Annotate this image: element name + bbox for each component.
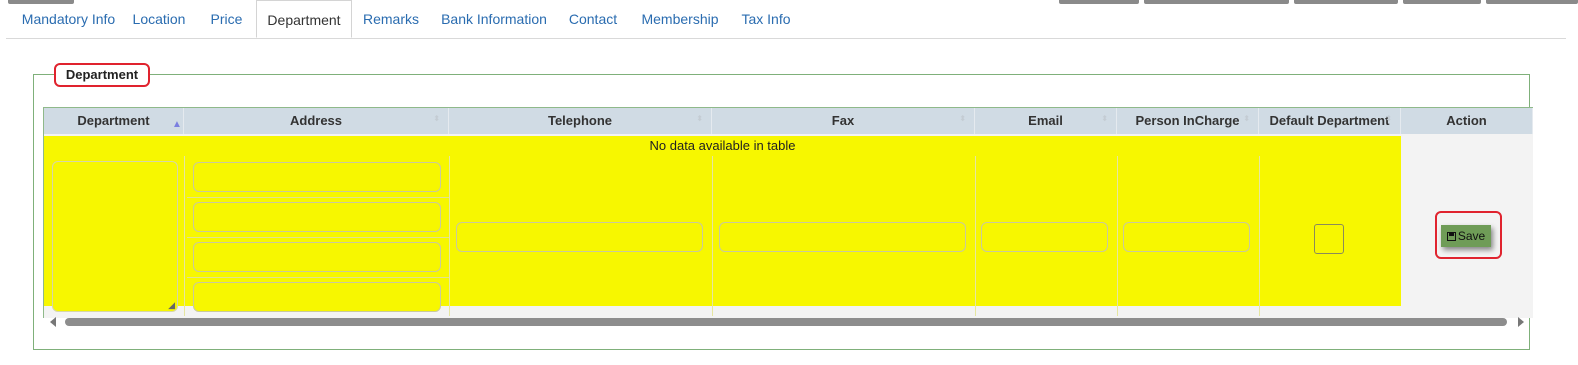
sort-both-icon: ⬍ xyxy=(959,114,966,123)
tab-location[interactable]: Location xyxy=(128,0,190,38)
address-line-2-input[interactable] xyxy=(193,202,441,232)
sort-ascending-icon: ▲ xyxy=(172,119,182,130)
default-department-checkbox[interactable] xyxy=(1314,224,1344,254)
column-header-label: Person InCharge xyxy=(1135,113,1240,128)
sort-both-icon: ⬍ xyxy=(1243,114,1250,123)
column-header-label: Address xyxy=(289,113,343,128)
tab-bank-information[interactable]: Bank Information xyxy=(438,0,550,38)
column-divider xyxy=(184,156,185,316)
column-header-label: Department xyxy=(77,113,150,128)
column-header-address[interactable]: Address ⬍ xyxy=(184,108,449,134)
tab-mandatory-info[interactable]: Mandatory Info xyxy=(16,0,121,38)
column-divider xyxy=(975,156,976,316)
address-divider xyxy=(187,237,449,238)
tab-remarks[interactable]: Remarks xyxy=(361,0,421,38)
scrollbar-thumb[interactable] xyxy=(65,318,1507,326)
column-header-label: Telephone xyxy=(547,113,613,128)
column-header-action: Action xyxy=(1401,108,1533,134)
tab-contact[interactable]: Contact xyxy=(564,0,622,38)
resize-handle-icon[interactable]: ◢ xyxy=(168,301,175,310)
column-divider xyxy=(1117,156,1118,316)
scroll-left-arrow-icon[interactable] xyxy=(50,317,56,327)
sort-both-icon: ⬍ xyxy=(696,114,703,123)
address-divider xyxy=(187,197,449,198)
save-button[interactable]: Save xyxy=(1441,225,1491,247)
section-legend: Department xyxy=(54,63,150,87)
department-textarea[interactable]: ◢ xyxy=(52,161,178,312)
column-header-person-incharge[interactable]: Person InCharge ⬍ xyxy=(1117,108,1259,134)
sort-both-icon: ⬍ xyxy=(433,114,440,123)
column-header-label: Default Department xyxy=(1269,113,1390,128)
floppy-disk-icon xyxy=(1446,232,1456,241)
column-header-label: Action xyxy=(1446,113,1487,128)
address-divider xyxy=(187,277,449,278)
column-divider xyxy=(712,156,713,316)
column-header-telephone[interactable]: Telephone ⬍ xyxy=(449,108,712,134)
telephone-input[interactable] xyxy=(456,222,703,252)
email-input[interactable] xyxy=(981,222,1108,252)
tab-bar: Mandatory Info Location Price Department… xyxy=(6,0,1566,39)
department-table: Department ▲ Address ⬍ Telephone ⬍ Fax ⬍… xyxy=(43,107,1533,318)
person-incharge-input[interactable] xyxy=(1123,222,1250,252)
address-line-3-input[interactable] xyxy=(193,242,441,272)
sort-both-icon: ⬍ xyxy=(1385,114,1392,123)
tab-price[interactable]: Price xyxy=(204,0,249,38)
address-line-1-input[interactable] xyxy=(193,162,441,192)
fax-input[interactable] xyxy=(719,222,966,252)
column-header-email[interactable]: Email ⬍ xyxy=(975,108,1117,134)
column-header-default-department[interactable]: Default Department ⬍ xyxy=(1259,108,1401,134)
tab-department[interactable]: Department xyxy=(256,0,352,38)
scroll-right-arrow-icon[interactable] xyxy=(1518,317,1524,327)
tab-tax-info[interactable]: Tax Info xyxy=(738,0,794,38)
sort-both-icon: ⬍ xyxy=(1101,114,1108,123)
empty-table-message: No data available in table xyxy=(44,136,1401,156)
address-line-4-input[interactable] xyxy=(193,282,441,312)
table-header: Department ▲ Address ⬍ Telephone ⬍ Fax ⬍… xyxy=(44,108,1533,134)
column-header-department[interactable]: Department ▲ xyxy=(44,108,184,134)
horizontal-scrollbar[interactable] xyxy=(43,317,1532,329)
tab-membership[interactable]: Membership xyxy=(638,0,722,38)
column-header-label: Email xyxy=(1028,113,1063,128)
column-divider xyxy=(449,156,450,316)
column-header-label: Fax xyxy=(831,113,855,128)
save-button-label: Save xyxy=(1457,229,1486,243)
column-header-fax[interactable]: Fax ⬍ xyxy=(712,108,975,134)
column-divider xyxy=(1259,156,1260,316)
